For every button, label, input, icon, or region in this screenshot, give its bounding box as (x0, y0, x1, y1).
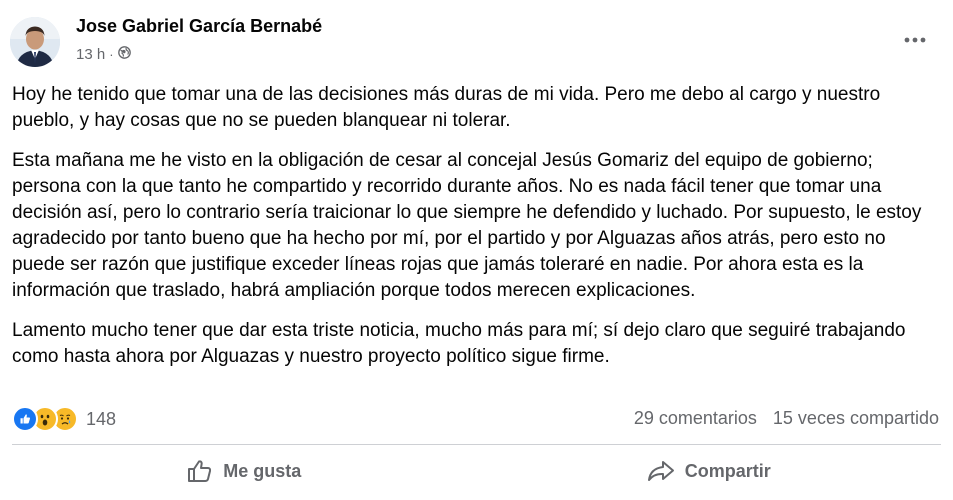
facebook-post: Jose Gabriel García Bernabé 13 h · Hoy h… (0, 0, 953, 500)
share-arrow-icon (647, 461, 674, 481)
reaction-count: 148 (86, 408, 117, 429)
post-paragraph: Lamento mucho tener que dar esta triste … (12, 320, 906, 367)
author-name[interactable]: Jose Gabriel García Bernabé (76, 16, 322, 37)
globe-icon (117, 46, 131, 63)
post-actions: Me gusta Compartir (12, 448, 941, 494)
author-avatar[interactable] (10, 17, 60, 67)
engagement-counts: 29 comentarios 15 veces compartido (634, 408, 939, 429)
post-meta: 13 h · (76, 46, 131, 63)
more-options-button[interactable] (897, 26, 933, 54)
like-icon (12, 406, 38, 432)
like-button[interactable]: Me gusta (12, 448, 477, 494)
post-paragraph: Esta mañana me he visto en la obligación… (12, 150, 922, 301)
divider (12, 444, 941, 445)
reactions-summary[interactable]: 148 (12, 406, 116, 432)
share-button-label: Compartir (684, 460, 771, 481)
reaction-icons (12, 406, 78, 432)
shares-count[interactable]: 15 veces compartido (773, 408, 939, 429)
more-options-icon (904, 37, 926, 43)
avatar-image (10, 17, 60, 67)
post-body: Hoy he tenido que tomar una de las decis… (12, 82, 942, 384)
like-button-label: Me gusta (223, 460, 302, 481)
meta-separator: · (109, 47, 114, 62)
comments-count[interactable]: 29 comentarios (634, 408, 757, 429)
thumbs-up-icon (188, 460, 212, 482)
post-time[interactable]: 13 h (76, 46, 105, 63)
post-paragraph: Hoy he tenido que tomar una de las decis… (12, 84, 881, 131)
share-button[interactable]: Compartir (477, 448, 942, 494)
